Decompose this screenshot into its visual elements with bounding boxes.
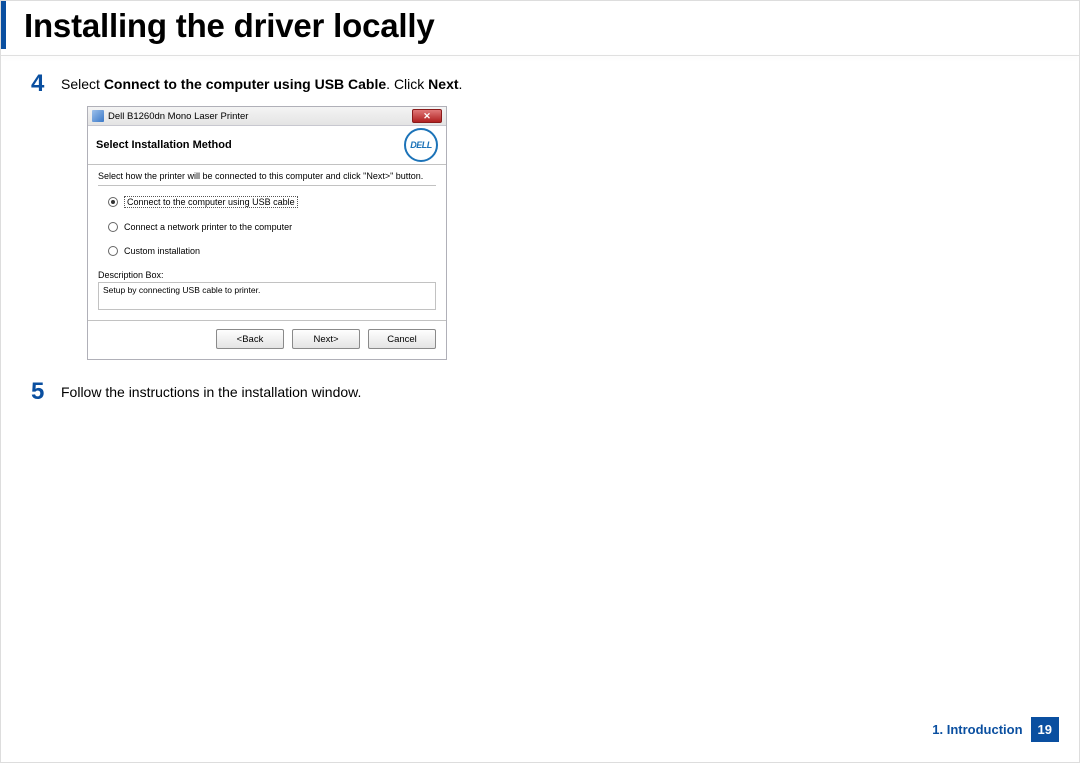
step4-bold1: Connect to the computer using USB Cable — [104, 76, 386, 92]
dell-logo-icon: DELL — [404, 128, 438, 162]
close-icon: ✕ — [423, 112, 431, 121]
step-number: 4 — [31, 72, 61, 96]
window-title: Dell B1260dn Mono Laser Printer — [108, 111, 248, 122]
step-text: Select Connect to the computer using USB… — [61, 72, 462, 95]
step-text: Follow the instructions in the installat… — [61, 380, 361, 403]
section-divider — [1, 55, 1079, 56]
page-footer: 1. Introduction 19 — [932, 717, 1059, 742]
step-number: 5 — [31, 380, 61, 404]
installer-buttons: <Back Next> Cancel — [88, 320, 446, 359]
installer-window: Dell B1260dn Mono Laser Printer ✕ Select… — [87, 106, 447, 360]
step4-bold2: Next — [428, 76, 458, 92]
footer-section: 1. Introduction — [932, 722, 1022, 737]
option-custom[interactable]: Custom installation — [108, 246, 436, 256]
step-4: 4 Select Connect to the computer using U… — [31, 72, 1059, 96]
radio-icon — [108, 197, 118, 207]
option-network-label: Connect a network printer to the compute… — [124, 222, 292, 232]
description-box-label: Description Box: — [98, 270, 436, 280]
step4-pre: Select — [61, 76, 104, 92]
step4-post: . — [459, 76, 463, 92]
step4-mid: . Click — [386, 76, 428, 92]
option-custom-label: Custom installation — [124, 246, 200, 256]
app-icon — [92, 110, 104, 122]
option-usb-label: Connect to the computer using USB cable — [124, 196, 298, 208]
steps-container: 4 Select Connect to the computer using U… — [1, 72, 1079, 404]
back-button[interactable]: <Back — [216, 329, 284, 349]
page-title: Installing the driver locally — [1, 1, 1079, 49]
installer-instruction: Select how the printer will be connected… — [98, 171, 436, 186]
radio-icon — [108, 222, 118, 232]
option-usb[interactable]: Connect to the computer using USB cable — [108, 196, 436, 208]
window-titlebar: Dell B1260dn Mono Laser Printer ✕ — [88, 107, 446, 126]
installer-body: Select how the printer will be connected… — [88, 165, 446, 320]
option-network[interactable]: Connect a network printer to the compute… — [108, 222, 436, 232]
radio-icon — [108, 246, 118, 256]
footer-page-number: 19 — [1031, 717, 1059, 742]
installer-header-title: Select Installation Method — [96, 139, 232, 151]
cancel-button[interactable]: Cancel — [368, 329, 436, 349]
close-button[interactable]: ✕ — [412, 109, 442, 123]
next-button[interactable]: Next> — [292, 329, 360, 349]
step-5: 5 Follow the instructions in the install… — [31, 380, 1059, 404]
description-box: Setup by connecting USB cable to printer… — [98, 282, 436, 310]
installer-header: Select Installation Method DELL — [88, 126, 446, 165]
